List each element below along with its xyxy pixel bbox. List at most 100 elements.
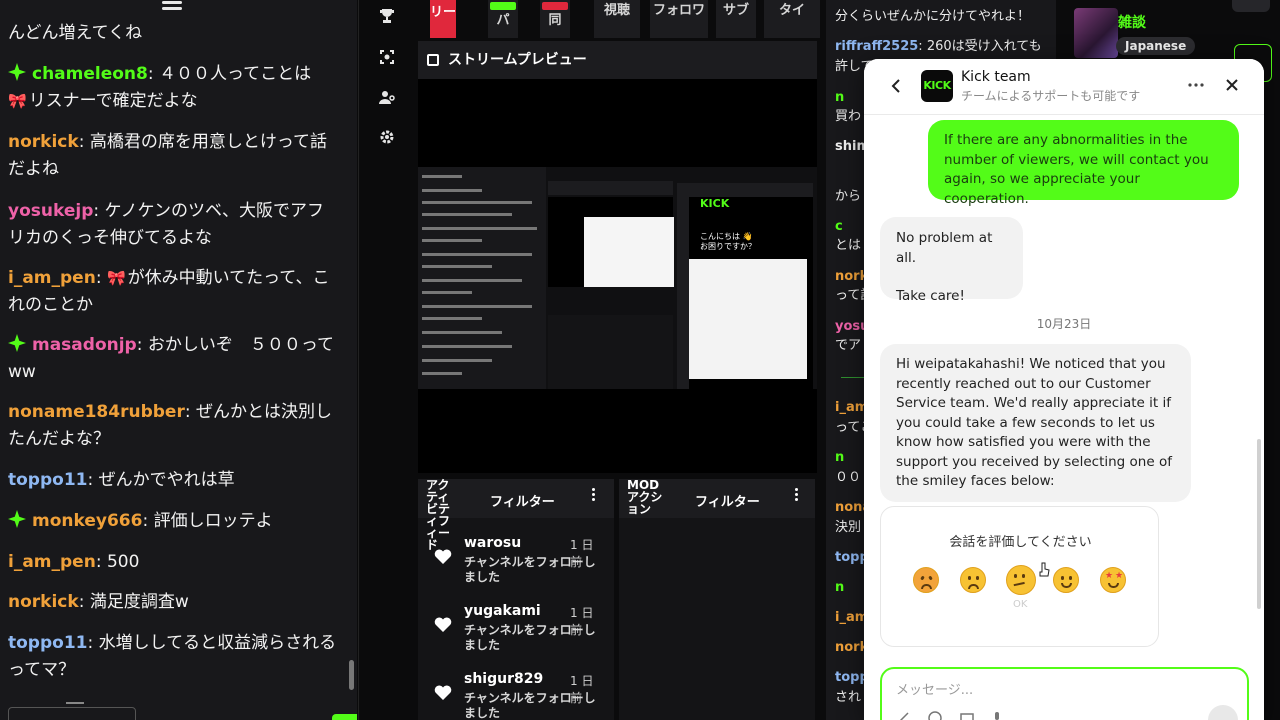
screen-capture-icon[interactable]	[379, 49, 395, 65]
trophy-icon[interactable]	[379, 8, 395, 24]
panel-title: MOD アクション	[627, 478, 663, 516]
chat-username[interactable]: norkick	[8, 592, 79, 612]
chat-text: 評価しロッテよ	[153, 511, 273, 531]
divider	[66, 702, 84, 704]
neutral-face-icon[interactable]	[1006, 565, 1036, 595]
chat-username[interactable]: chameleon8	[32, 64, 148, 84]
outgoing-message: If there are any abnormalities in the nu…	[928, 120, 1239, 207]
panel-header: MOD アクション フィルター	[619, 479, 815, 518]
stream-preview-panel: ストリームプレビュー KICK こんにちは 👋 お困りですか？	[418, 41, 817, 473]
svg-text:こんにちは 👋: こんにちは 👋	[700, 232, 753, 241]
activity-desc: チャンネルをフォローしました	[464, 555, 596, 584]
top-stat-button[interactable]: サブ	[716, 0, 756, 38]
chat-message: chameleon8: ４００人ってことは 🎀 リスナーで確定だよな	[8, 63, 312, 111]
preview-icon	[427, 54, 439, 66]
date-separator: 10月23日	[1036, 317, 1092, 331]
drag-handle-icon[interactable]	[160, 0, 184, 18]
chat-text: んどん増えてくね	[8, 23, 143, 43]
top-stat-button[interactable]: フォロワ	[650, 0, 708, 38]
left-chat-panel: んどん増えてくね chameleon8: ４００人ってことは 🎀 リスナーで確定だ…	[0, 0, 357, 720]
top-stat-button[interactable]: タイ	[764, 0, 820, 38]
filter-button[interactable]: フィルター	[490, 491, 555, 510]
chat-username[interactable]: masadonjp	[32, 335, 137, 355]
chat-username[interactable]: toppo11	[8, 633, 87, 653]
chat-username[interactable]: toppo11	[8, 470, 87, 490]
user-settings-icon[interactable]	[379, 89, 395, 105]
chat-message: i_am_pen: 500	[8, 552, 140, 572]
category-title[interactable]: 雑談	[1118, 12, 1146, 32]
chat-message: norkick: 高橋君の席を用意しとけって話だよね	[8, 132, 327, 179]
emoji-icon[interactable]	[928, 711, 942, 720]
chat-username[interactable]: norkick	[8, 132, 79, 152]
chat-message: んどん増えてくね	[8, 20, 338, 47]
more-options-icon[interactable]	[1187, 78, 1205, 92]
ribbon-icon: 🎀	[106, 269, 126, 287]
chat-username[interactable]: yosukejp	[8, 201, 93, 221]
top-stat-button[interactable]: リー	[430, 0, 456, 38]
chat-message: riffraff2525: 260は受け入れても	[835, 39, 1042, 54]
chat-message: noname184rubber: ぜんかとは決別したんだよな？	[8, 402, 332, 449]
panel-title: ストリームプレビュー	[448, 52, 587, 68]
chat-message: norkick: 満足度調査w	[8, 592, 189, 612]
panel-button[interactable]	[1232, 0, 1270, 12]
panel-header: ストリームプレビュー	[418, 41, 817, 79]
top-stat-button[interactable]: パ	[488, 0, 518, 38]
rating-title: 会話を評価してください	[949, 535, 1092, 550]
activity-desc: チャンネルをフォローしました	[464, 691, 596, 720]
chat-text: ４００人ってことは	[159, 64, 312, 84]
chat-username[interactable]: i_am_pen	[8, 268, 96, 288]
category-thumbnail[interactable]	[1074, 8, 1118, 58]
widget-header: KICK Kick team チームによるサポートも可能です	[864, 59, 1264, 115]
chat-message: i_am_pen: 🎀 が休み中動いてたって、これのことか	[8, 268, 330, 315]
team-subtitle: チームによるサポートも可能です	[961, 89, 1141, 103]
gem-badge-icon	[8, 334, 26, 352]
stream-preview-video[interactable]: KICK こんにちは 👋 お困りですか？	[418, 167, 817, 389]
chat-username[interactable]: noname184rubber	[8, 402, 185, 422]
heart-icon	[434, 685, 452, 700]
close-icon[interactable]	[1224, 77, 1240, 93]
chat-text: リスナーで確定だよな	[28, 91, 198, 111]
follower-name[interactable]: shigur829	[464, 671, 543, 687]
gear-icon[interactable]	[379, 129, 395, 145]
star-eyes-face-icon[interactable]: ★ ★	[1100, 567, 1126, 593]
message-input[interactable]	[896, 683, 1196, 698]
top-stat-button[interactable]: 視聴	[594, 0, 640, 38]
send-chat-button[interactable]	[332, 714, 357, 720]
angry-face-icon[interactable]	[913, 567, 939, 593]
chat-username[interactable]: monkey666	[32, 511, 142, 531]
heart-icon	[434, 549, 452, 564]
mod-actions-panel: MOD アクション フィルター	[619, 479, 815, 720]
filter-button[interactable]: フィルター	[695, 491, 760, 510]
widget-scrollbar[interactable]	[1257, 439, 1261, 609]
ribbon-icon: 🎀	[8, 92, 27, 110]
attachment-icon[interactable]	[960, 711, 974, 720]
language-tag[interactable]: Japanese	[1116, 37, 1196, 55]
microphone-icon[interactable]	[990, 711, 1004, 720]
kick-logo: KICK	[921, 70, 953, 102]
gif-icon[interactable]	[896, 711, 910, 720]
panel-title: アクティビティフィード	[426, 478, 451, 552]
support-chat-widget: KICK Kick team チームによるサポートも可能です If there …	[864, 59, 1264, 720]
team-name: Kick team	[961, 69, 1031, 85]
dashboard-icon-column	[358, 0, 414, 720]
follower-name[interactable]: warosu	[464, 535, 521, 551]
smile-face-icon[interactable]	[1053, 567, 1079, 593]
top-stat-button[interactable]: 同	[540, 0, 570, 38]
back-arrow-icon[interactable]	[890, 78, 904, 94]
chat-input-box[interactable]	[8, 707, 136, 720]
chat-text: 500	[106, 552, 140, 572]
creator-dashboard: リー パ 同 視聴 フォロワ サブ タイ ストリームプレビュー KICK こんに…	[414, 0, 820, 720]
send-button[interactable]	[1208, 705, 1238, 720]
chat-message: toppo11: ぜんかでやれは草	[8, 470, 235, 490]
panel-header: アクティビティフィード フィルター	[418, 479, 614, 551]
chat-username[interactable]: i_am_pen	[8, 552, 96, 572]
kebab-menu-icon[interactable]	[795, 488, 799, 503]
mouse-cursor-icon	[1039, 562, 1050, 577]
gem-badge-icon	[8, 510, 26, 528]
follower-name[interactable]: yugakami	[464, 603, 541, 619]
activity-feed-panel: アクティビティフィード フィルター warosu 1 日前 チャンネルをフォロー…	[418, 479, 614, 720]
sad-face-icon[interactable]	[960, 567, 986, 593]
chat-text: ぜんかでやれは草	[98, 470, 235, 490]
kebab-menu-icon[interactable]	[592, 488, 596, 503]
chat-scrollbar[interactable]	[349, 660, 354, 690]
